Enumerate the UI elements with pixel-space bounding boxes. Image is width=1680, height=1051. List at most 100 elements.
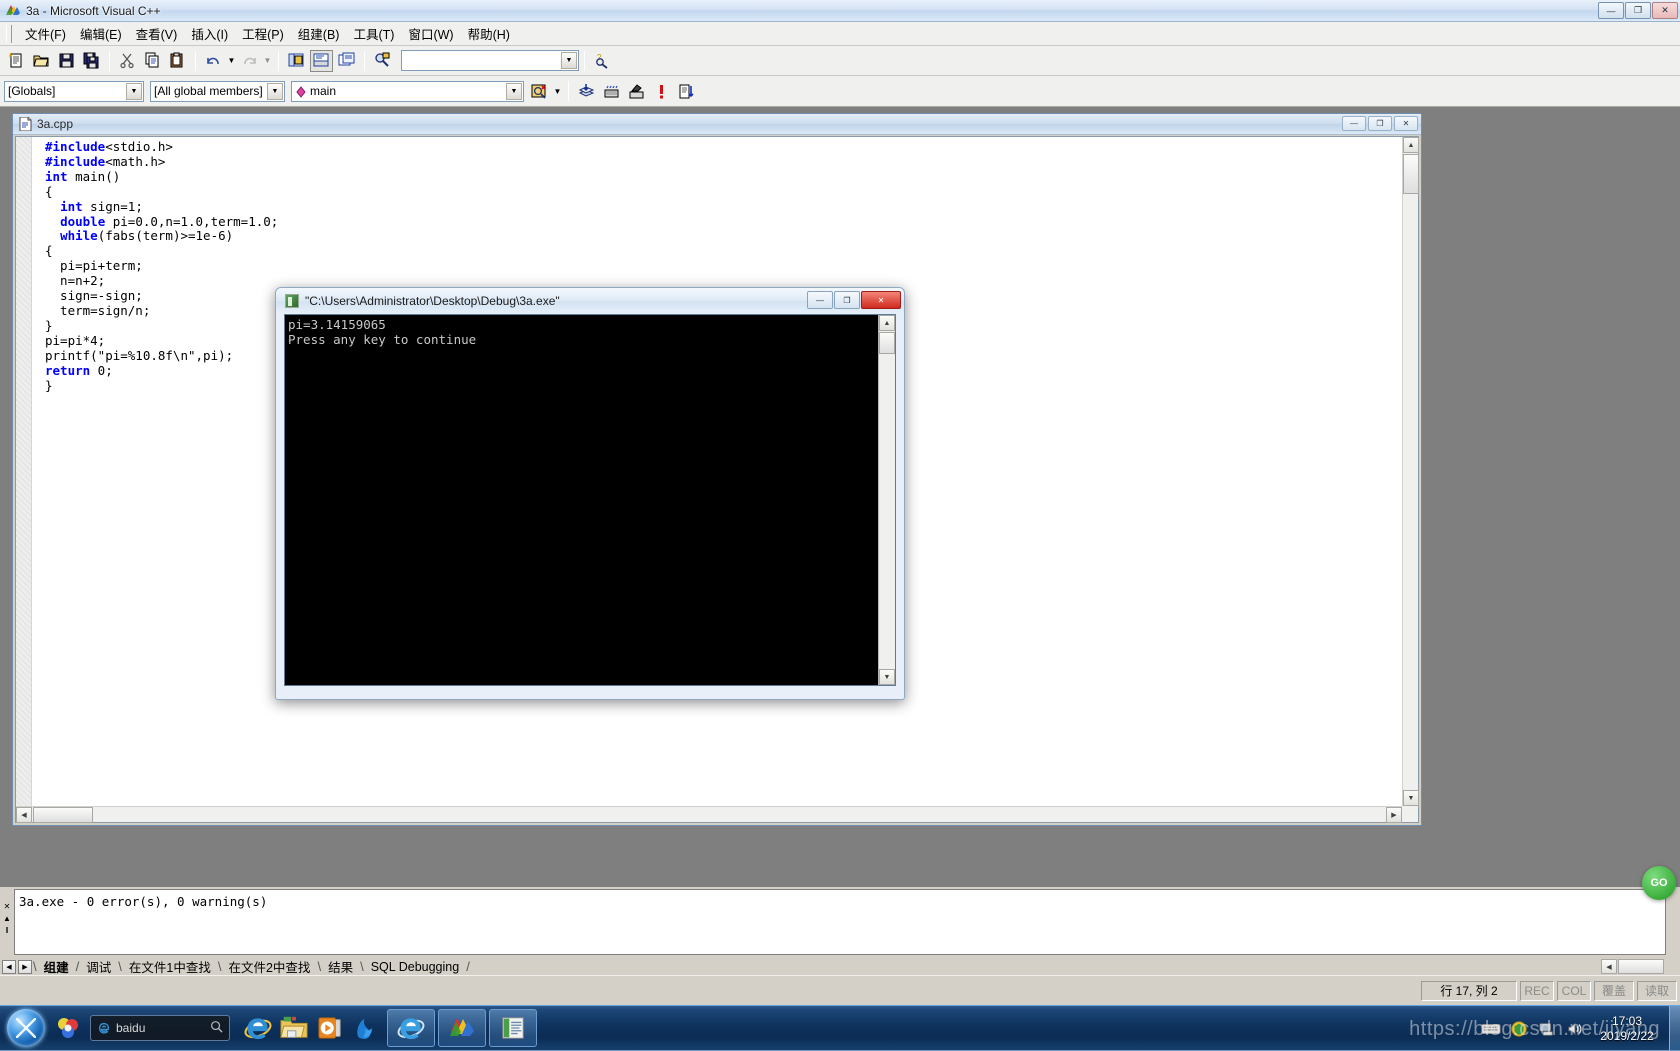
menu-window[interactable]: 窗口(W)	[401, 21, 460, 46]
execute-icon[interactable]	[650, 80, 673, 102]
menubar-grip[interactable]	[6, 24, 12, 43]
maximize-button[interactable]: ❐	[1625, 2, 1651, 19]
tab-debug[interactable]: 调试	[80, 958, 117, 975]
output-hscroll-thumb[interactable]	[1618, 959, 1664, 974]
tab-scroll-left-button[interactable]: ◀	[2, 959, 16, 974]
console-minimize-button[interactable]: —	[807, 291, 833, 309]
search-icon[interactable]	[210, 1020, 223, 1036]
output-close-glyph[interactable]: ✕	[1, 900, 13, 912]
members-combo[interactable]: [All global members] ▼	[150, 80, 285, 102]
menu-build[interactable]: 组建(B)	[291, 21, 347, 46]
document-restore-button[interactable]: ❐	[1368, 116, 1392, 131]
console-window-icon[interactable]	[489, 1009, 537, 1047]
tab-scroll-right-button[interactable]: ▶	[18, 959, 32, 974]
explorer-folder-icon[interactable]	[276, 1009, 312, 1047]
menu-insert[interactable]: 插入(I)	[184, 21, 235, 46]
shield-icon[interactable]	[1508, 1018, 1530, 1040]
volume-icon[interactable]	[1564, 1018, 1586, 1040]
save-icon[interactable]	[55, 50, 78, 72]
tab-sql-debugging[interactable]: SQL Debugging	[365, 958, 466, 975]
baidu-search-box[interactable]: baidu	[90, 1015, 230, 1041]
scroll-down-arrow-icon[interactable]: ▼	[1403, 790, 1419, 806]
menu-view[interactable]: 查看(V)	[129, 21, 185, 46]
tab-find-in-files-2[interactable]: 在文件2中查找	[222, 958, 316, 975]
document-close-button[interactable]: ✕	[1394, 116, 1418, 131]
class-combo[interactable]: [Globals] ▼	[4, 80, 144, 102]
media-player-icon[interactable]	[312, 1009, 348, 1047]
new-document-icon[interactable]	[5, 50, 28, 72]
chevron-down-icon[interactable]: ▼	[267, 82, 283, 100]
output-scroll-left-button[interactable]: ◀	[1601, 959, 1617, 974]
scroll-down-arrow-icon[interactable]: ▼	[879, 669, 895, 685]
class-combo-value: [Globals]	[8, 84, 56, 98]
window-list-icon[interactable]	[335, 50, 358, 72]
save-all-icon[interactable]	[80, 50, 103, 72]
cut-scissors-icon[interactable]	[116, 50, 139, 72]
find-combo[interactable]: ▼	[401, 50, 579, 71]
undo-icon[interactable]	[202, 50, 225, 72]
function-combo[interactable]: main ▼	[291, 80, 524, 102]
menu-edit[interactable]: 编辑(E)	[73, 21, 129, 46]
console-vscroll-thumb[interactable]	[879, 332, 895, 354]
wizardbar-action-icon[interactable]	[528, 80, 551, 102]
scroll-up-arrow-icon[interactable]: ▲	[879, 315, 895, 331]
console-titlebar[interactable]: "C:\Users\Administrator\Desktop\Debug\3a…	[276, 288, 904, 314]
chevron-down-icon[interactable]: ▼	[561, 52, 577, 69]
console-maximize-button[interactable]: ❐	[834, 291, 860, 309]
code-line: while(fabs(term)>=1e-6)	[60, 228, 234, 244]
open-folder-icon[interactable]	[30, 50, 53, 72]
document-title-text: 3a.cpp	[37, 117, 74, 131]
kingsoft-pdf-icon[interactable]	[348, 1009, 384, 1047]
workspace-icon[interactable]	[285, 50, 308, 72]
tab-results[interactable]: 结果	[322, 958, 359, 975]
chevron-down-icon[interactable]: ▼	[126, 82, 142, 100]
document-titlebar[interactable]: 3a.cpp — ❐ ✕	[13, 114, 1421, 135]
ie-window-icon[interactable]	[387, 1009, 435, 1047]
console-vertical-scrollbar[interactable]: ▲ ▼	[878, 315, 895, 685]
console-close-button[interactable]: ✕	[861, 291, 901, 309]
ie-icon[interactable]	[240, 1009, 276, 1047]
kingsoft-icon[interactable]	[50, 1009, 86, 1047]
tab-build[interactable]: 组建	[38, 958, 75, 975]
visual-cpp-window-icon[interactable]	[438, 1009, 486, 1047]
menu-file[interactable]: 文件(F)	[18, 21, 73, 46]
wizardbar-dropdown-arrow[interactable]: ▼	[552, 80, 563, 102]
tab-find-in-files-1[interactable]: 在文件1中查找	[123, 958, 217, 975]
output-splitter-grip[interactable]: ‖	[1, 924, 13, 936]
scroll-up-arrow-icon[interactable]: ▲	[1, 912, 13, 924]
build-output-area[interactable]: 3a.exe - 0 error(s), 0 warning(s)	[14, 889, 1666, 955]
go-icon[interactable]	[675, 80, 698, 102]
find-in-files-icon[interactable]	[371, 50, 394, 72]
close-icon[interactable]: close-icon	[1, 888, 13, 900]
windows-start-orb[interactable]	[2, 1008, 50, 1048]
scroll-left-arrow-icon[interactable]: ◀	[16, 807, 32, 823]
minimize-button[interactable]: —	[1598, 2, 1624, 19]
menu-help[interactable]: 帮助(H)	[461, 21, 517, 46]
keyboard-icon[interactable]	[1480, 1018, 1502, 1040]
scroll-up-arrow-icon[interactable]: ▲	[1403, 137, 1419, 153]
close-button[interactable]: ✕	[1652, 2, 1678, 19]
network-icon[interactable]	[1536, 1018, 1558, 1040]
paste-icon[interactable]	[166, 50, 189, 72]
menu-tools[interactable]: 工具(T)	[346, 21, 401, 46]
editor-hscroll-thumb[interactable]	[33, 807, 93, 823]
document-minimize-button[interactable]: —	[1342, 116, 1366, 131]
console-icon	[285, 294, 299, 308]
menu-project[interactable]: 工程(P)	[235, 21, 291, 46]
undo-dropdown-arrow[interactable]: ▼	[226, 50, 237, 72]
taskbar-clock[interactable]: 17:03 2019/2/22	[1589, 1014, 1665, 1044]
show-desktop-button[interactable]	[1669, 1006, 1680, 1051]
scroll-right-arrow-icon[interactable]: ▶	[1386, 807, 1402, 823]
chevron-down-icon[interactable]: ▼	[506, 82, 522, 100]
output-window-icon[interactable]	[310, 49, 333, 72]
editor-horizontal-scrollbar[interactable]: ◀ ▶	[16, 806, 1402, 823]
find-help-icon[interactable]: ?	[591, 50, 614, 72]
scroll-to-top-badge[interactable]: GO	[1642, 866, 1676, 900]
compile-icon[interactable]	[575, 80, 598, 102]
copy-icon[interactable]	[141, 50, 164, 72]
console-output-body[interactable]: pi=3.14159065 Press any key to continue …	[284, 314, 896, 686]
editor-vertical-scrollbar[interactable]: ▲ ▼	[1402, 137, 1419, 806]
stop-build-icon[interactable]	[625, 80, 648, 102]
editor-vscroll-thumb[interactable]	[1403, 154, 1419, 194]
build-icon[interactable]	[600, 80, 623, 102]
